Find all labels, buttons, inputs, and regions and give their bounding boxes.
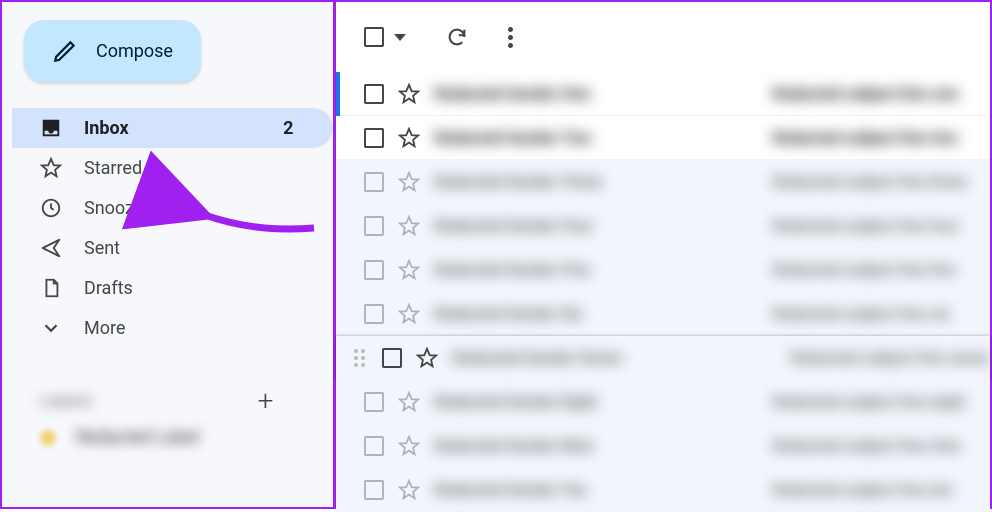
nav-drafts[interactable]: Drafts: [12, 268, 333, 308]
mail-sender: Redacted Sender Eight: [434, 392, 684, 411]
mail-sender: Redacted Sender Six: [434, 304, 684, 323]
mail-subject: Redacted subject line ten: [772, 480, 990, 499]
mail-row[interactable]: Redacted Sender Six Redacted subject line…: [336, 292, 990, 336]
mail-checkbox[interactable]: [364, 392, 384, 412]
mail-star-icon[interactable]: [398, 303, 420, 325]
nav-inbox-badge: 2: [283, 118, 293, 139]
mail-checkbox[interactable]: [364, 436, 384, 456]
mail-subject: Redacted subject line five: [772, 260, 990, 279]
mail-sender: Redacted Sender One: [434, 84, 684, 103]
mail-subject: Redacted subject line nine: [772, 436, 990, 455]
mail-checkbox[interactable]: [364, 480, 384, 500]
mail-subject: Redacted subject line three: [772, 172, 990, 191]
nav-more-label: More: [84, 318, 313, 339]
compose-button[interactable]: Compose: [24, 20, 201, 82]
nav-starred-label: Starred: [84, 158, 313, 179]
mail-checkbox[interactable]: [364, 304, 384, 324]
nav-more[interactable]: More: [12, 308, 333, 348]
mail-row[interactable]: Redacted Sender Eight Redacted subject li…: [336, 380, 990, 424]
label-color-dot: [40, 430, 56, 446]
mail-row[interactable]: Redacted Sender Nine Redacted subject lin…: [336, 424, 990, 468]
nav-inbox-label: Inbox: [84, 118, 261, 139]
pencil-icon: [52, 38, 78, 64]
mail-star-icon[interactable]: [398, 83, 420, 105]
mail-subject: Redacted subject line six: [772, 304, 990, 323]
drag-handle-icon[interactable]: [354, 349, 368, 367]
chevron-down-icon: [40, 317, 62, 339]
mail-checkbox[interactable]: [382, 348, 402, 368]
label-name: Redacted Label: [76, 427, 200, 448]
mail-star-icon[interactable]: [416, 347, 438, 369]
mail-checkbox[interactable]: [364, 172, 384, 192]
select-all-checkbox[interactable]: [364, 27, 406, 47]
inbox-icon: [40, 117, 62, 139]
mail-sender: Redacted Sender Nine: [434, 436, 684, 455]
mail-row[interactable]: Redacted Sender Five Redacted subject lin…: [336, 248, 990, 292]
labels-heading: Labels: [40, 391, 93, 410]
drafts-icon: [40, 277, 62, 299]
mail-checkbox[interactable]: [364, 84, 384, 104]
mail-row[interactable]: Redacted Sender One Redacted subject line…: [336, 72, 990, 116]
nav-list: Inbox 2 Starred Snoozed Sent: [12, 108, 333, 348]
nav-sent-label: Sent: [84, 238, 313, 259]
mail-checkbox[interactable]: [364, 216, 384, 236]
mail-row[interactable]: Redacted Sender Ten Redacted subject line…: [336, 468, 990, 512]
mail-subject: Redacted subject line two: [772, 128, 990, 147]
mail-star-icon[interactable]: [398, 171, 420, 193]
nav-inbox[interactable]: Inbox 2: [12, 108, 333, 148]
sidebar: Compose Inbox 2 Starred Snoozed: [2, 2, 333, 507]
clock-icon: [40, 197, 62, 219]
mail-row[interactable]: Redacted Sender Three Redacted subject li…: [336, 160, 990, 204]
mail-sender: Redacted Sender Three: [434, 172, 684, 191]
nav-snoozed-label: Snoozed: [84, 198, 313, 219]
compose-label: Compose: [96, 41, 173, 62]
nav-starred[interactable]: Starred: [12, 148, 333, 188]
mail-checkbox[interactable]: [364, 260, 384, 280]
mail-sender: Redacted Sender Seven: [452, 348, 702, 367]
checkbox-icon: [364, 27, 384, 47]
mail-star-icon[interactable]: [398, 435, 420, 457]
kebab-icon: [508, 27, 513, 48]
mail-subject: Redacted subject line seven: [790, 348, 990, 367]
mail-checkbox[interactable]: [364, 128, 384, 148]
mail-subject: Redacted subject line one: [772, 84, 990, 103]
main-pane: Redacted Sender One Redacted subject line…: [333, 2, 990, 507]
mail-subject: Redacted subject line eight: [772, 392, 990, 411]
mail-star-icon[interactable]: [398, 479, 420, 501]
toolbar: [336, 2, 990, 72]
mail-star-icon[interactable]: [398, 391, 420, 413]
add-label-button[interactable]: +: [258, 384, 274, 417]
mail-list: Redacted Sender One Redacted subject line…: [336, 72, 990, 512]
mail-sender: Redacted Sender Two: [434, 128, 684, 147]
labels-section: Labels +: [12, 376, 333, 417]
mail-star-icon[interactable]: [398, 259, 420, 281]
mail-star-icon[interactable]: [398, 215, 420, 237]
caret-down-icon: [394, 34, 406, 41]
nav-drafts-label: Drafts: [84, 278, 313, 299]
mail-star-icon[interactable]: [398, 127, 420, 149]
star-icon: [40, 157, 62, 179]
more-options-button[interactable]: [508, 27, 513, 48]
mail-row[interactable]: Redacted Sender Four Redacted subject lin…: [336, 204, 990, 248]
mail-subject: Redacted subject line four: [772, 216, 990, 235]
sent-icon: [40, 237, 62, 259]
mail-row[interactable]: Redacted Sender Seven Redacted subject li…: [336, 336, 990, 380]
app-frame: Compose Inbox 2 Starred Snoozed: [0, 0, 992, 509]
nav-sent[interactable]: Sent: [12, 228, 333, 268]
mail-sender: Redacted Sender Four: [434, 216, 684, 235]
nav-snoozed[interactable]: Snoozed: [12, 188, 333, 228]
mail-sender: Redacted Sender Five: [434, 260, 684, 279]
refresh-button[interactable]: [446, 26, 468, 48]
mail-row[interactable]: Redacted Sender Two Redacted subject line…: [336, 116, 990, 160]
label-item[interactable]: Redacted Label: [12, 417, 333, 448]
mail-sender: Redacted Sender Ten: [434, 480, 684, 499]
